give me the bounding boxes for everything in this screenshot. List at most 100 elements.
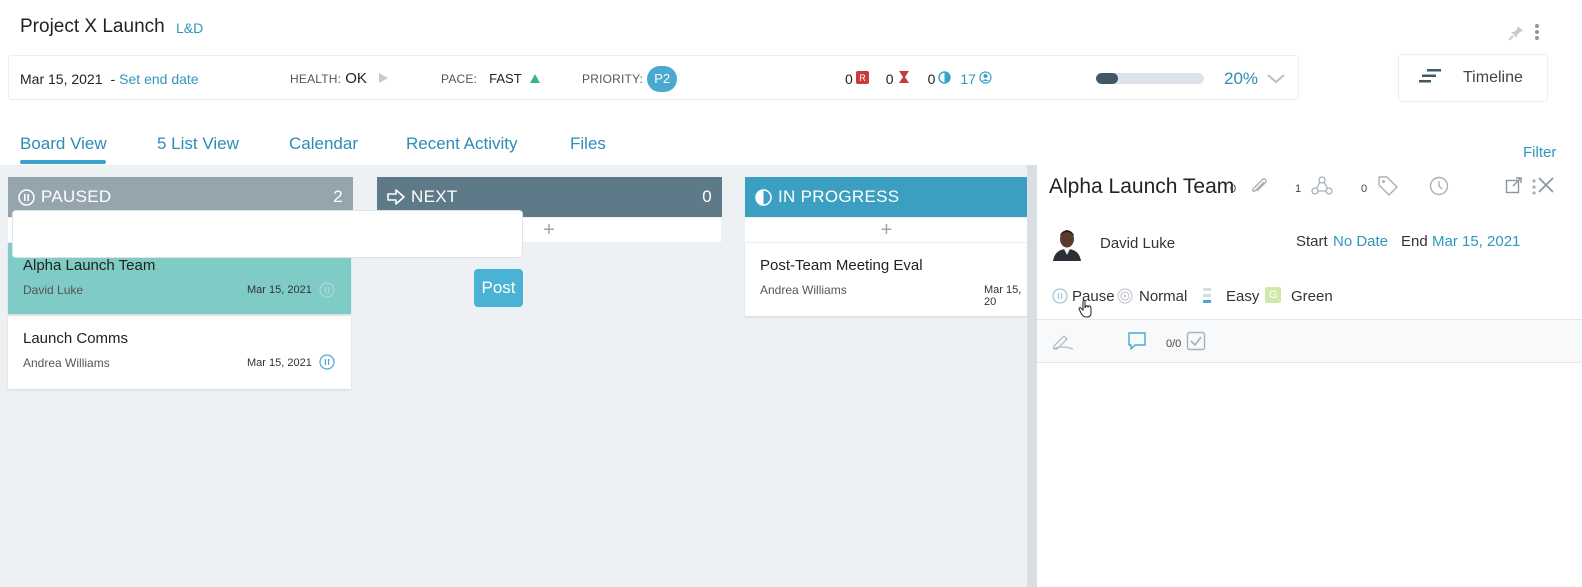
priority-indicator[interactable]: PRIORITY: P2 — [582, 56, 678, 101]
priority-label: PRIORITY: — [582, 71, 644, 86]
priority-target-icon[interactable] — [1117, 288, 1133, 309]
active-tab-indicator — [20, 160, 106, 164]
hourglass-icon — [897, 70, 911, 87]
priority-dropdown[interactable]: Normal — [1139, 288, 1187, 305]
health-value: OK — [345, 70, 367, 87]
post-button[interactable]: Post — [474, 269, 523, 307]
column-header-in-progress[interactable]: IN PROGRESS — [745, 177, 1028, 217]
pin-icon[interactable] — [1507, 24, 1525, 47]
column-name: PAUSED — [41, 187, 112, 206]
edit-pen-icon[interactable] — [1052, 332, 1074, 355]
card-title: Launch Comms — [23, 330, 129, 347]
up-triangle-icon — [529, 71, 541, 87]
card-date: Mar 15, 2021 — [247, 357, 312, 369]
attachment-count: 0 — [1230, 183, 1237, 195]
task-detail-panel: Alpha Launch Team David Luke Start No Da… — [1037, 165, 1582, 587]
card-title: Alpha Launch Team — [23, 257, 156, 274]
pace-label: PACE: — [441, 71, 478, 86]
card-owner: Andrea Williams — [760, 283, 847, 297]
column-name: IN PROGRESS — [778, 187, 900, 206]
timeline-icon — [1419, 68, 1441, 88]
timeline-button[interactable]: Timeline — [1398, 54, 1548, 102]
start-date-link[interactable]: No Date — [1333, 233, 1388, 250]
arrow-right-icon — [387, 189, 405, 205]
pause-circle-icon[interactable] — [1052, 288, 1068, 309]
tab-list-view[interactable]: 5 List View — [157, 134, 239, 154]
task-title[interactable]: Alpha Launch Team — [1049, 175, 1234, 199]
project-tag-link[interactable]: L&D — [176, 20, 203, 36]
paperclip-icon[interactable] — [1249, 176, 1269, 201]
comment-input[interactable] — [12, 210, 523, 258]
project-status-bar: Mar 15, 2021 - Set end date HEALTH: OK P… — [8, 55, 1299, 100]
progress-group: 20% — [1096, 56, 1258, 101]
risk-count[interactable]: 0 — [845, 71, 853, 87]
column-name: NEXT — [411, 187, 458, 206]
card-date: Mar 15, 20 — [984, 284, 1022, 308]
user-icon — [979, 70, 992, 87]
pace-value: FAST — [489, 71, 522, 86]
health-badge-icon[interactable]: G — [1265, 287, 1281, 303]
progress-fill — [1096, 73, 1118, 84]
progress-bar — [1096, 73, 1204, 84]
health-indicator[interactable]: HEALTH: OK — [290, 56, 389, 101]
clock-icon[interactable] — [1429, 176, 1449, 201]
set-end-date-link[interactable]: Set end date — [119, 71, 198, 87]
tab-calendar[interactable]: Calendar — [289, 134, 358, 154]
dependency-icon[interactable] — [1311, 176, 1333, 201]
card-launch-comms[interactable]: Launch Comms Andrea Williams Mar 15, 202… — [8, 316, 351, 389]
column-count: 2 — [333, 187, 343, 206]
card-title: Post-Team Meeting Eval — [760, 257, 923, 274]
card-date: Mar 15, 2021 — [247, 284, 312, 296]
overdue-count[interactable]: 0 — [886, 71, 894, 87]
pace-indicator[interactable]: PACE: FAST — [441, 56, 541, 101]
card-owner: David Luke — [23, 283, 84, 297]
progress-percent: 20% — [1224, 68, 1259, 88]
health-label: HEALTH: — [290, 71, 342, 86]
timeline-label: Timeline — [1463, 69, 1523, 86]
more-vertical-icon[interactable] — [1533, 22, 1541, 47]
priority-badge: P2 — [647, 65, 678, 92]
r-badge-icon: R — [855, 70, 869, 87]
tag-icon[interactable] — [1377, 175, 1399, 202]
tab-recent-activity[interactable]: Recent Activity — [406, 134, 518, 154]
start-label: Start — [1296, 233, 1328, 250]
add-card-button[interactable]: + — [745, 218, 1028, 242]
svg-text:R: R — [859, 73, 866, 83]
member-count[interactable]: 17 — [960, 71, 976, 87]
tag-count: 0 — [1361, 183, 1368, 195]
pause-status-icon[interactable] — [319, 282, 335, 303]
effort-bars-icon[interactable] — [1201, 287, 1213, 309]
panel-resize-divider[interactable] — [1027, 165, 1037, 587]
tab-files[interactable]: Files — [570, 134, 606, 154]
comment-icon[interactable] — [1127, 331, 1147, 356]
checklist-icon[interactable] — [1186, 331, 1206, 356]
close-icon[interactable] — [1537, 176, 1555, 199]
half-circle-icon — [755, 188, 772, 206]
project-title: Project X Launch — [20, 16, 165, 37]
open-external-icon[interactable] — [1505, 176, 1523, 199]
end-date-link[interactable]: Mar 15, 2021 — [1432, 233, 1520, 250]
link-count: 1 — [1295, 183, 1302, 195]
pause-circle-icon — [18, 188, 35, 206]
start-date-group: Mar 15, 2021 - Set end date — [20, 70, 199, 87]
card-owner: Andrea Williams — [23, 356, 110, 370]
half-circle-icon — [938, 70, 952, 87]
checklist-count: 0/0 — [1166, 338, 1182, 350]
task-toolbar: 0/0 — [1037, 319, 1582, 363]
filter-link[interactable]: Filter — [1523, 144, 1556, 161]
tab-board-view[interactable]: Board View — [20, 134, 107, 154]
start-date[interactable]: Mar 15, 2021 — [20, 71, 103, 87]
more-vertical-icon[interactable] — [1531, 178, 1537, 201]
chevron-down-icon[interactable] — [1267, 56, 1285, 101]
in-progress-count[interactable]: 0 — [928, 71, 936, 87]
health-dropdown[interactable]: Green — [1291, 288, 1333, 305]
effort-dropdown[interactable]: Easy — [1226, 288, 1259, 305]
play-icon — [377, 71, 389, 87]
pause-status-icon[interactable] — [319, 354, 335, 375]
avatar[interactable] — [1051, 225, 1083, 266]
column-count: 0 — [702, 187, 712, 206]
card-post-team-meeting-eval[interactable]: Post-Team Meeting Eval Andrea Williams M… — [745, 243, 1028, 316]
counters-group: 0 R 0 0 17 — [845, 56, 992, 101]
end-label: End — [1401, 233, 1428, 250]
owner-name[interactable]: David Luke — [1100, 235, 1175, 252]
